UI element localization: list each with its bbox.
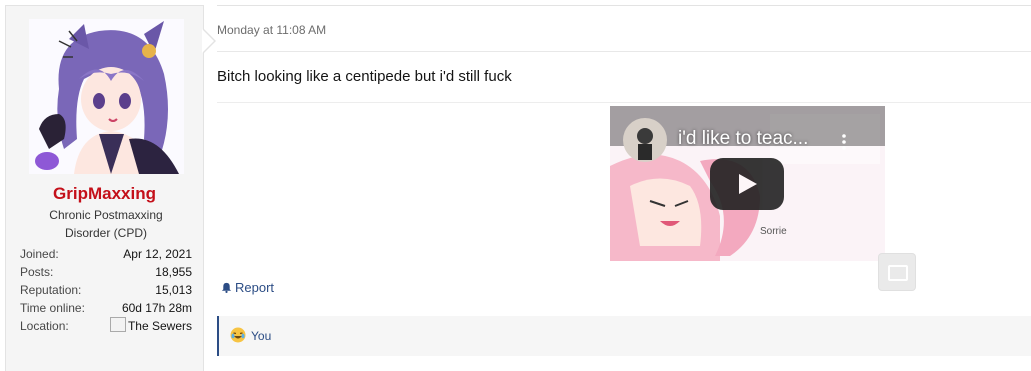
stat-reputation: Reputation: 15,013 <box>20 281 192 299</box>
divider <box>217 102 1031 103</box>
stat-value: 60d 17h 28m <box>121 301 192 315</box>
stat-label: Location: <box>20 319 69 333</box>
location-value: The Sewers <box>127 319 192 333</box>
laughing-emoji-icon <box>230 327 246 343</box>
post-content: Bitch looking like a centipede but i'd s… <box>217 68 512 85</box>
youtube-embed[interactable]: Sorrie i'd like to teac... <box>610 106 885 261</box>
reaction-users[interactable]: You <box>251 329 271 343</box>
avatar[interactable] <box>29 19 184 174</box>
video-title[interactable]: i'd like to teac... <box>678 128 808 150</box>
user-stats: Joined: Apr 12, 2021 Posts: 18,955 Reput… <box>20 245 192 335</box>
post-date[interactable]: Monday at 11:08 AM <box>217 23 326 37</box>
stat-value: Apr 12, 2021 <box>123 247 192 261</box>
stat-location: Location: The Sewers <box>20 317 192 335</box>
stat-joined: Joined: Apr 12, 2021 <box>20 245 192 263</box>
report-label: Report <box>235 280 275 295</box>
avatar-image <box>29 19 184 174</box>
stat-label: Reputation: <box>20 283 82 297</box>
stat-posts: Posts: 18,955 <box>20 263 192 281</box>
broken-image-icon <box>109 317 126 332</box>
stat-time-online: Time online: 60d 17h 28m <box>20 299 192 317</box>
stat-label: Joined: <box>20 247 59 261</box>
sidebar-arrow-fill <box>202 29 214 53</box>
play-button[interactable] <box>710 158 784 210</box>
svg-text:Sorrie: Sorrie <box>760 226 787 237</box>
bell-icon <box>221 282 232 293</box>
report-link[interactable]: Report <box>221 280 274 295</box>
username[interactable]: GripMaxxing <box>6 184 203 204</box>
divider <box>217 51 1031 52</box>
picture-in-picture-icon[interactable] <box>878 253 916 291</box>
message-post: GripMaxxing Chronic Postmaxxing Disorder… <box>5 5 1031 371</box>
reactions-bar: You <box>217 316 1031 356</box>
stat-label: Time online: <box>20 301 85 315</box>
post-main: Monday at 11:08 AM Bitch looking like a … <box>217 5 1031 371</box>
user-title: Chronic Postmaxxing Disorder (CPD) <box>49 208 163 240</box>
stat-value: The Sewers <box>109 317 192 335</box>
stat-value[interactable]: 18,955 <box>155 263 192 281</box>
user-sidebar: GripMaxxing Chronic Postmaxxing Disorder… <box>5 5 204 371</box>
stat-value[interactable]: 15,013 <box>155 281 192 299</box>
stat-label: Posts: <box>20 265 54 279</box>
